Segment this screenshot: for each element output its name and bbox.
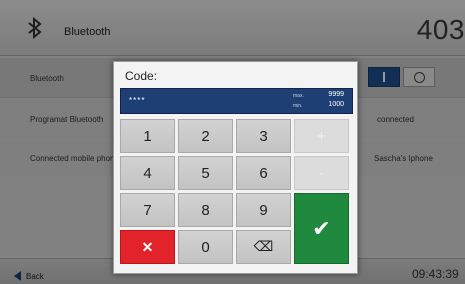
key-4[interactable]: 4 <box>120 156 175 190</box>
cancel-button[interactable]: ✕ <box>120 230 175 264</box>
key-3[interactable]: 3 <box>236 119 291 153</box>
code-value: **** <box>129 96 146 105</box>
key-9[interactable]: 9 <box>236 193 291 227</box>
max-value: 9999 <box>328 91 344 98</box>
code-entry-dialog: Code: **** max. 9999 min. 1000 1 2 3 + 4… <box>113 61 358 274</box>
key-8[interactable]: 8 <box>178 193 233 227</box>
max-label: max. <box>293 93 304 99</box>
key-7[interactable]: 7 <box>120 193 175 227</box>
code-display: **** max. 9999 min. 1000 <box>120 88 353 114</box>
close-icon: ✕ <box>141 238 154 255</box>
min-value: 1000 <box>328 101 344 108</box>
confirm-button[interactable]: ✔ <box>294 193 349 264</box>
dialog-title: Code: <box>125 69 158 83</box>
plus-button[interactable]: + <box>294 119 349 153</box>
key-5[interactable]: 5 <box>178 156 233 190</box>
checkmark-icon: ✔ <box>312 215 331 241</box>
key-1[interactable]: 1 <box>120 119 175 153</box>
key-0[interactable]: 0 <box>178 230 233 264</box>
min-label: min. <box>293 103 303 109</box>
minus-button[interactable]: - <box>294 156 349 190</box>
backspace-icon: ⌫ <box>253 239 274 255</box>
bluetooth-screen: Bluetooth 403 Bluetooth Programat Blueto… <box>0 0 465 284</box>
key-6[interactable]: 6 <box>236 156 291 190</box>
key-2[interactable]: 2 <box>178 119 233 153</box>
backspace-button[interactable]: ⌫ <box>236 230 291 264</box>
